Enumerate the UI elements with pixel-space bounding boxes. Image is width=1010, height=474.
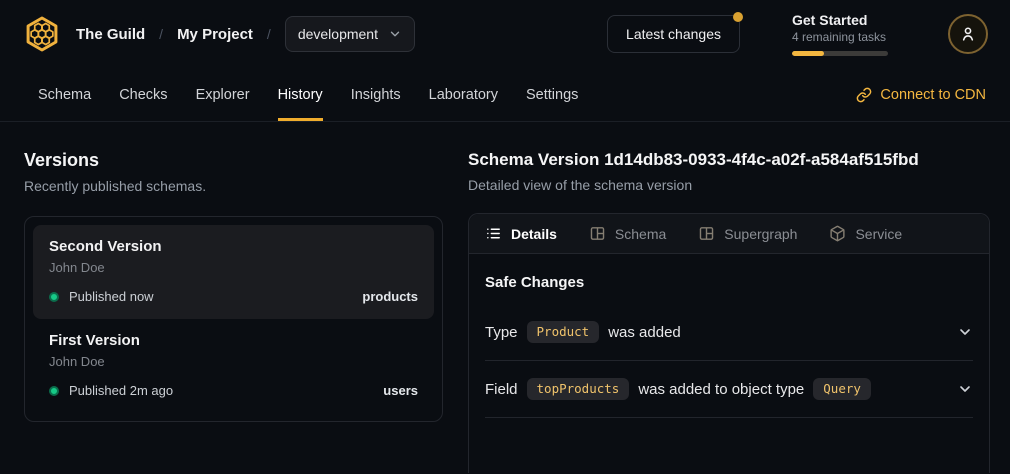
tab-laboratory[interactable]: Laboratory [429, 68, 498, 121]
version-status: Published now [69, 289, 154, 304]
change-prefix: Field [485, 381, 518, 398]
tab-schema-view[interactable]: Schema [589, 225, 666, 242]
detail-tabs: Details Schema Supergraph [469, 214, 989, 254]
connect-to-cdn-label: Connect to CDN [880, 87, 986, 103]
version-detail-card: Details Schema Supergraph [468, 213, 990, 473]
version-status-row: Published 2m ago users [49, 383, 418, 398]
get-started-progress-fill [792, 51, 824, 56]
version-status: Published 2m ago [69, 383, 173, 398]
tab-insights[interactable]: Insights [351, 68, 401, 121]
tab-supergraph[interactable]: Supergraph [698, 225, 797, 242]
cube-icon [829, 225, 846, 242]
version-detail-title: Schema Version 1d14db83-0933-4f4c-a02f-a… [468, 150, 990, 170]
user-avatar[interactable] [948, 14, 988, 54]
user-icon [958, 24, 978, 44]
published-dot-icon [49, 292, 59, 302]
get-started-subtitle: 4 remaining tasks [792, 30, 888, 44]
change-code: Product [527, 321, 600, 343]
breadcrumb-separator: / [267, 26, 271, 42]
org-link[interactable]: The Guild [76, 26, 145, 43]
tab-checks[interactable]: Checks [119, 68, 167, 121]
versions-subtitle: Recently published schemas. [24, 178, 443, 194]
version-list-item[interactable]: First Version John Doe Published 2m ago … [33, 319, 434, 413]
version-name: Second Version [49, 238, 418, 255]
change-prefix: Type [485, 324, 518, 341]
detail-body: Safe Changes Type Product was added Fiel… [469, 254, 989, 418]
version-detail-panel: Schema Version 1d14db83-0933-4f4c-a02f-a… [468, 150, 990, 473]
tab-history[interactable]: History [278, 68, 323, 121]
link-icon [856, 87, 872, 103]
latest-changes-button[interactable]: Latest changes [607, 15, 740, 53]
project-link[interactable]: My Project [177, 26, 253, 43]
change-row[interactable]: Type Product was added [485, 304, 973, 361]
version-name: First Version [49, 332, 418, 349]
change-code: Query [813, 378, 871, 400]
tab-details[interactable]: Details [485, 225, 557, 242]
tab-schema[interactable]: Schema [38, 68, 91, 121]
nav-tabs: Schema Checks Explorer History Insights … [38, 68, 578, 121]
tab-label: Schema [615, 226, 666, 242]
versions-panel: Versions Recently published schemas. Sec… [24, 150, 443, 473]
hive-logo-icon[interactable] [22, 14, 62, 54]
versions-title: Versions [24, 150, 443, 171]
change-suffix: was added [608, 324, 681, 341]
header-right: Latest changes Get Started 4 remaining t… [607, 12, 988, 56]
columns-icon [589, 225, 606, 242]
tab-label: Supergraph [724, 226, 797, 242]
get-started-progressbar [792, 51, 888, 56]
breadcrumb: The Guild / My Project / development [76, 16, 415, 52]
tab-service[interactable]: Service [829, 225, 902, 242]
safe-changes-title: Safe Changes [485, 274, 973, 291]
version-service: users [383, 383, 418, 398]
tab-label: Details [511, 226, 557, 242]
version-author: John Doe [49, 260, 418, 275]
tab-label: Service [855, 226, 902, 242]
list-icon [485, 225, 502, 242]
chevron-down-icon [388, 27, 402, 41]
main-content: Versions Recently published schemas. Sec… [0, 122, 1010, 473]
breadcrumb-separator: / [159, 26, 163, 42]
tab-explorer[interactable]: Explorer [196, 68, 250, 121]
change-row[interactable]: Field topProducts was added to object ty… [485, 361, 973, 418]
version-service: products [362, 289, 418, 304]
latest-changes-label: Latest changes [626, 26, 721, 42]
target-navbar: Schema Checks Explorer History Insights … [0, 68, 1010, 122]
connect-to-cdn-link[interactable]: Connect to CDN [856, 68, 986, 121]
version-list-item[interactable]: Second Version John Doe Published now pr… [33, 225, 434, 319]
change-suffix: was added to object type [638, 381, 804, 398]
chevron-down-icon[interactable] [957, 324, 973, 340]
published-dot-icon [49, 386, 59, 396]
chevron-down-icon[interactable] [957, 381, 973, 397]
get-started-title: Get Started [792, 12, 888, 28]
version-status-row: Published now products [49, 289, 418, 304]
tab-settings[interactable]: Settings [526, 68, 578, 121]
change-code: topProducts [527, 378, 630, 400]
notification-dot [733, 12, 743, 22]
get-started-widget[interactable]: Get Started 4 remaining tasks [792, 12, 888, 56]
app-header: The Guild / My Project / development Lat… [0, 0, 1010, 68]
version-detail-subtitle: Detailed view of the schema version [468, 177, 990, 193]
versions-list: Second Version John Doe Published now pr… [24, 216, 443, 422]
target-selector-value: development [298, 26, 378, 42]
target-selector[interactable]: development [285, 16, 415, 52]
columns-icon [698, 225, 715, 242]
version-author: John Doe [49, 354, 418, 369]
